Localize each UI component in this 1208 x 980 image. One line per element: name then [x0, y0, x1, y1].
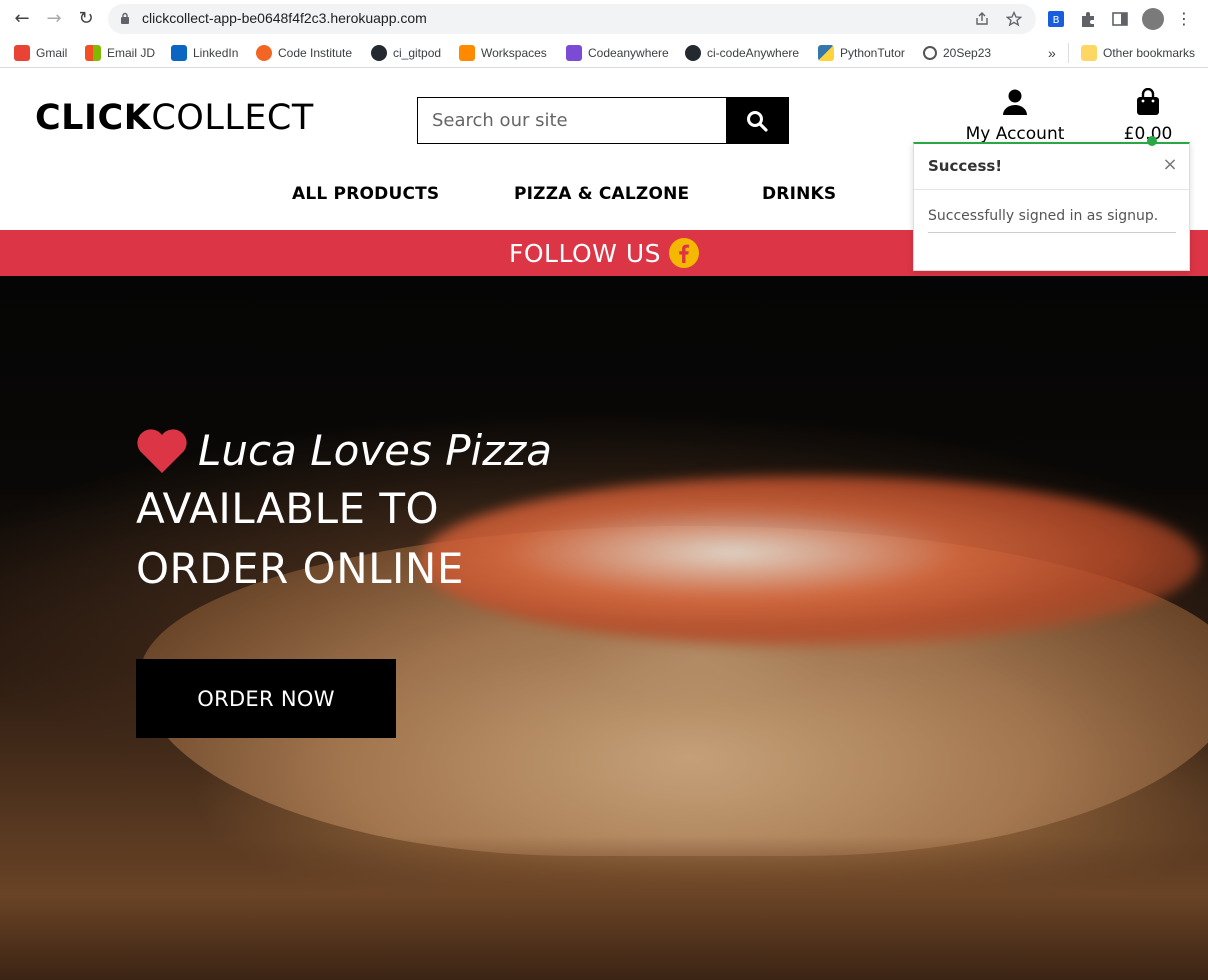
- bookmark-label: PythonTutor: [840, 46, 905, 60]
- linkedin-icon: [171, 45, 187, 61]
- bookmarks-bar: Gmail Email JD LinkedIn Code Institute c…: [0, 38, 1208, 68]
- url-text: clickcollect-app-be0648f4f2c3.herokuapp.…: [142, 10, 427, 26]
- heart-icon: [137, 428, 187, 473]
- other-bookmarks[interactable]: Other bookmarks: [1068, 43, 1195, 63]
- bookmark-linkedin[interactable]: LinkedIn: [171, 43, 238, 63]
- star-icon[interactable]: [1006, 11, 1022, 27]
- sync-icon: [923, 46, 937, 60]
- hero-tagline-row: Luca Loves Pizza: [136, 426, 552, 475]
- code-institute-icon: [256, 45, 272, 61]
- hero-wood-board: [0, 836, 1208, 980]
- user-icon: [1003, 89, 1027, 115]
- bookmark-label: Codeanywhere: [588, 46, 669, 60]
- facebook-icon[interactable]: [669, 238, 700, 268]
- bookmark-label: Email JD: [107, 46, 156, 60]
- bookmark-label: Gmail: [36, 46, 68, 60]
- bookmarks-overflow-button[interactable]: »: [1048, 43, 1056, 63]
- nav-all-products[interactable]: ALL PRODUCTS: [292, 184, 439, 204]
- close-icon[interactable]: ×: [1161, 156, 1179, 174]
- svg-text:B: B: [1053, 15, 1060, 26]
- github-icon: [685, 45, 701, 61]
- bookmark-label: ci_gitpod: [393, 46, 442, 60]
- back-icon[interactable]: ←: [10, 7, 34, 31]
- profile-avatar-icon[interactable]: [1142, 8, 1164, 30]
- search-input[interactable]: [418, 98, 727, 143]
- hero-pizza-toppings: [420, 476, 1200, 646]
- folder-icon: [1081, 45, 1097, 61]
- python-icon: [818, 45, 834, 61]
- menu-dots-icon[interactable]: ⋮: [1172, 7, 1196, 31]
- logo-light: COLLECT: [151, 98, 314, 138]
- toast-header: Success! ×: [914, 144, 1189, 190]
- bookmark-codeanywhere[interactable]: Codeanywhere: [566, 43, 669, 63]
- my-account-link[interactable]: My Account: [955, 88, 1075, 144]
- microsoft-icon: [85, 45, 101, 61]
- forward-icon[interactable]: →: [42, 7, 66, 31]
- hero-heading-line1: AVAILABLE TO: [136, 484, 440, 533]
- logo-bold: CLICK: [35, 98, 152, 138]
- bookmark-label: Workspaces: [481, 46, 547, 60]
- bookmark-ci-codeanywhere[interactable]: ci-codeAnywhere: [685, 43, 799, 63]
- search-icon: [747, 110, 768, 132]
- hero-tagline: Luca Loves Pizza: [198, 426, 553, 475]
- bookmark-email-jd[interactable]: Email JD: [85, 43, 155, 63]
- follow-us-text: FOLLOW US: [508, 238, 662, 268]
- order-now-button[interactable]: ORDER NOW: [136, 659, 396, 738]
- bookmark-pythontutor[interactable]: PythonTutor: [818, 43, 905, 63]
- extension-bitwarden-icon[interactable]: B: [1046, 9, 1066, 29]
- share-icon[interactable]: [974, 11, 990, 27]
- bookmark-ci-gitpod[interactable]: ci_gitpod: [371, 43, 441, 63]
- shopping-bag-link[interactable]: £0.00: [1118, 87, 1178, 144]
- github-icon: [371, 45, 387, 61]
- toast-title: Success!: [928, 157, 1003, 175]
- search-button[interactable]: [726, 98, 788, 143]
- nav-pizza-calzone[interactable]: PIZZA & CALZONE: [514, 184, 689, 204]
- search-form: [417, 97, 789, 144]
- bookmark-label: ci-codeAnywhere: [707, 46, 800, 60]
- gitpod-icon: [459, 45, 475, 61]
- puzzle-icon[interactable]: [1078, 9, 1098, 29]
- bookmark-code-institute[interactable]: Code Institute: [256, 43, 352, 63]
- other-bookmarks-label: Other bookmarks: [1103, 46, 1196, 60]
- codeanywhere-icon: [566, 45, 582, 61]
- bookmark-workspaces[interactable]: Workspaces: [459, 43, 547, 63]
- my-account-label: My Account: [965, 124, 1065, 144]
- hero-banner: Luca Loves Pizza AVAILABLE TO ORDER ONLI…: [0, 276, 1208, 980]
- bookmark-20sep23[interactable]: 20Sep23: [923, 43, 991, 63]
- bookmark-label: LinkedIn: [193, 46, 239, 60]
- lock-icon: [121, 12, 129, 24]
- bookmark-label: Code Institute: [278, 46, 353, 60]
- toast-message: Successfully signed in as signup.: [928, 208, 1176, 233]
- bookmark-gmail[interactable]: Gmail: [14, 43, 67, 63]
- site-logo[interactable]: CLICKCOLLECT: [35, 98, 314, 138]
- side-panel-icon[interactable]: [1110, 9, 1130, 29]
- browser-toolbar: ← → ↻ clickcollect-app-be0648f4f2c3.hero…: [0, 0, 1208, 38]
- gmail-icon: [14, 45, 30, 61]
- hero-heading-line2: ORDER ONLINE: [136, 544, 464, 593]
- bookmark-label: 20Sep23: [943, 46, 992, 60]
- shopping-bag-icon: [1137, 87, 1159, 115]
- address-bar[interactable]: clickcollect-app-be0648f4f2c3.herokuapp.…: [108, 4, 1036, 34]
- reload-icon[interactable]: ↻: [74, 7, 98, 31]
- success-toast: Success! × Successfully signed in as sig…: [913, 136, 1190, 271]
- nav-drinks[interactable]: DRINKS: [762, 184, 836, 204]
